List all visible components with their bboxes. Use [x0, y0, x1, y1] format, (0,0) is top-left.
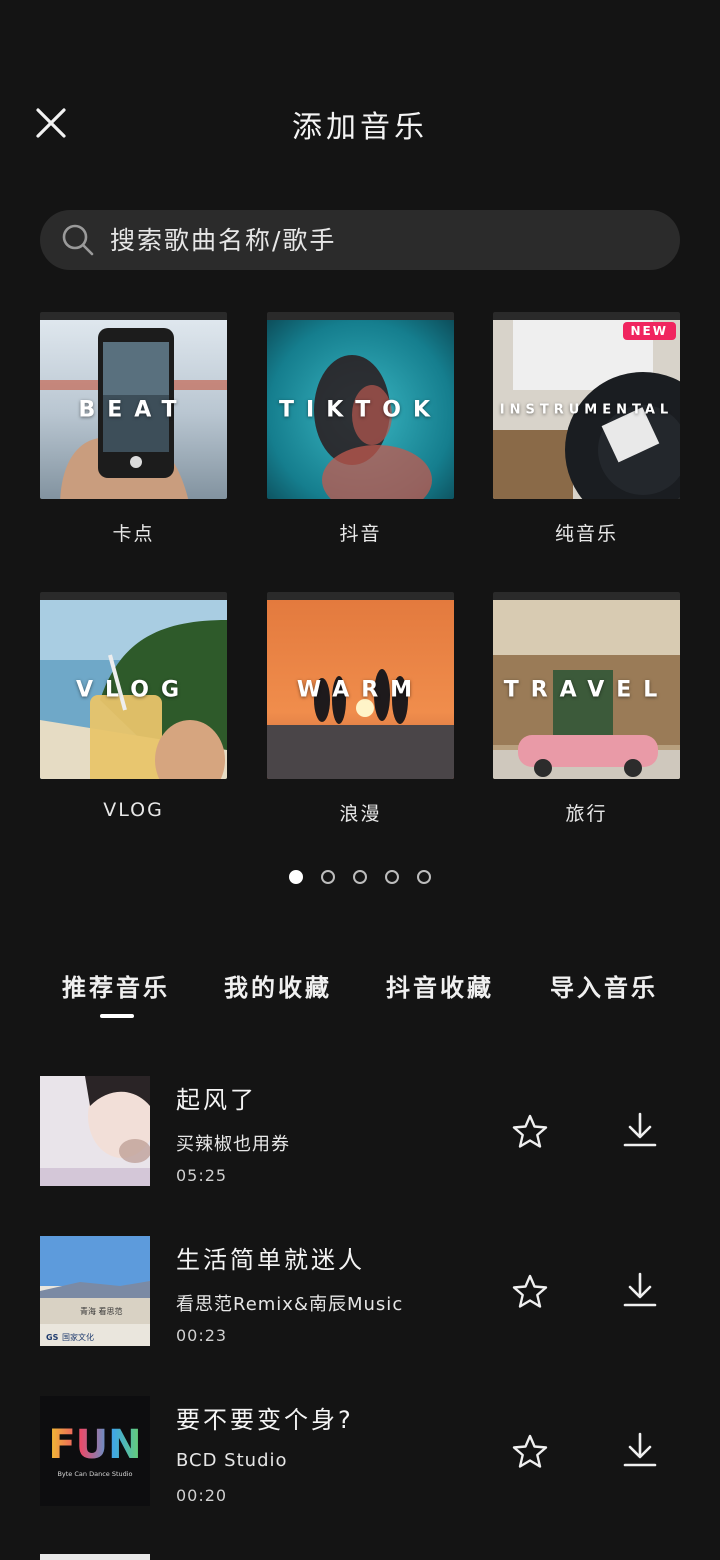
page-title: 添加音乐 [292, 110, 428, 145]
song-artist: 看思范Remix&南辰Music [176, 1294, 404, 1315]
song-artist: 买辣椒也用券 [176, 1134, 290, 1155]
category-cover: TIKTOK [267, 312, 454, 499]
thumb-brand: 国家文化 [62, 1332, 94, 1342]
song-row[interactable]: 青海 看思范 GS 国家文化 生活简单就迷人 看思范Remix&南辰Music … [40, 1236, 680, 1346]
star-icon[interactable] [510, 1432, 550, 1472]
song-duration: 05:25 [176, 1166, 228, 1185]
song-title: 起风了 [176, 1086, 257, 1114]
song-duration: 00:23 [176, 1326, 228, 1345]
thumb-subtitle: Byte Can Dance Studio [57, 1470, 132, 1478]
page-dot-4[interactable] [385, 870, 399, 884]
cover-text: BEAT [78, 397, 189, 422]
song-row[interactable]: 起风了 买辣椒也用券 05:25 [40, 1076, 680, 1186]
tab-tiktok-favorites[interactable]: 抖音收藏 [386, 968, 494, 1003]
page-dot-2[interactable] [321, 870, 335, 884]
category-beat[interactable]: BEAT 卡点 [40, 312, 227, 546]
song-thumbnail: 青海 看思范 GS 国家文化 [40, 1236, 150, 1346]
page-dot-3[interactable] [353, 870, 367, 884]
thumb-logo: FUN [48, 1422, 141, 1468]
svg-text:GS: GS [46, 1333, 59, 1342]
music-tabs: 推荐音乐 我的收藏 抖音收藏 导入音乐 [0, 968, 720, 1028]
cover-text: VLOG [75, 677, 192, 702]
category-cover: TRAVEL [493, 592, 680, 779]
search-bar[interactable] [40, 210, 680, 270]
song-thumbnail [40, 1076, 150, 1186]
category-cover: BEAT [40, 312, 227, 499]
song-artist: BCD Studio [176, 1450, 288, 1471]
category-travel[interactable]: TRAVEL 旅行 [493, 592, 680, 826]
tab-import-music[interactable]: 导入音乐 [550, 968, 658, 1003]
active-tab-indicator [100, 1014, 134, 1018]
add-music-screen: 添加音乐 搜索歌曲名称/歌手 BEAT 卡点 TIKTOK 抖音 INSTRUM… [0, 0, 720, 1560]
search-icon [62, 224, 94, 256]
new-badge: NEW [622, 322, 676, 340]
cover-text: INSTRUMENTAL [499, 402, 674, 417]
song-duration: 00:20 [176, 1486, 228, 1505]
cover-text: WARM [296, 677, 425, 702]
category-label: 纯音乐 [554, 523, 618, 545]
category-label: VLOG [103, 799, 164, 821]
song-title: 生活简单就迷人 [176, 1246, 365, 1274]
category-label: 抖音 [339, 523, 382, 545]
category-cover: INSTRUMENTAL NEW [493, 312, 680, 499]
category-cover: VLOG [40, 592, 227, 779]
category-instrumental[interactable]: INSTRUMENTAL NEW 纯音乐 [493, 312, 680, 546]
header: 添加音乐 [0, 88, 720, 152]
category-label: 卡点 [112, 523, 155, 545]
cover-text: TIKTOK [279, 397, 442, 422]
search-input[interactable] [110, 215, 680, 265]
star-icon[interactable] [510, 1112, 550, 1152]
cover-text: TRAVEL [503, 677, 670, 702]
category-cover: WARM [267, 592, 454, 779]
page-dot-1[interactable] [289, 870, 303, 884]
category-label: 旅行 [565, 803, 608, 825]
next-song-thumbnail-peek [40, 1554, 150, 1560]
pagination-dots [0, 870, 720, 884]
category-vlog[interactable]: VLOG VLOG [40, 592, 227, 821]
category-label: 浪漫 [339, 803, 382, 825]
star-icon[interactable] [510, 1272, 550, 1312]
category-warm[interactable]: WARM 浪漫 [267, 592, 454, 826]
song-row[interactable]: FUN Byte Can Dance Studio 要不要变个身? BCD St… [40, 1396, 680, 1506]
download-icon[interactable] [620, 1430, 660, 1470]
tab-my-favorites[interactable]: 我的收藏 [224, 968, 332, 1003]
thumb-caption: 青海 看思范 [80, 1306, 123, 1316]
song-title: 要不要变个身? [176, 1406, 354, 1434]
song-thumbnail: FUN Byte Can Dance Studio [40, 1396, 150, 1506]
category-tiktok[interactable]: TIKTOK 抖音 [267, 312, 454, 546]
download-icon[interactable] [620, 1110, 660, 1150]
download-icon[interactable] [620, 1270, 660, 1310]
tab-recommended[interactable]: 推荐音乐 [62, 968, 170, 1003]
page-dot-5[interactable] [417, 870, 431, 884]
